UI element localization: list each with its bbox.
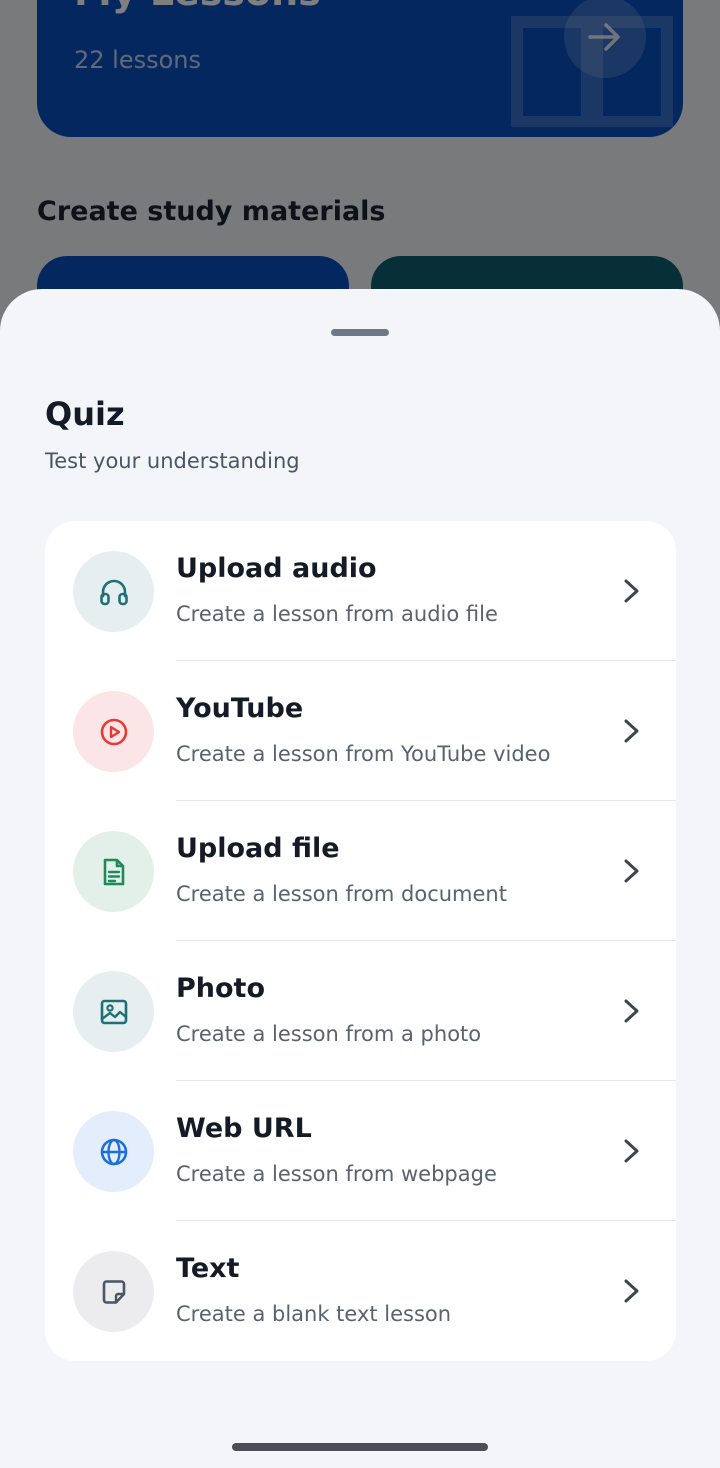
chevron-right-icon <box>624 1139 639 1163</box>
option-photo[interactable]: Photo Create a lesson from a photo <box>45 941 676 1081</box>
option-description: Create a lesson from document <box>176 882 507 906</box>
sheet-subtitle: Test your understanding <box>45 449 300 473</box>
option-description: Create a lesson from webpage <box>176 1162 497 1186</box>
option-description: Create a lesson from a photo <box>176 1022 482 1046</box>
chevron-right-icon <box>624 579 639 603</box>
headphones-icon <box>99 579 128 605</box>
document-icon <box>103 858 124 885</box>
globe-icon-badge <box>73 1111 154 1192</box>
option-upload-audio[interactable]: Upload audio Create a lesson from audio … <box>45 521 676 661</box>
option-web-url[interactable]: Web URL Create a lesson from webpage <box>45 1081 676 1221</box>
option-title: Text <box>176 1253 240 1284</box>
option-title: YouTube <box>176 693 304 724</box>
chevron-right-icon <box>624 999 639 1023</box>
option-description: Create a lesson from audio file <box>176 602 498 626</box>
chevron-right-icon <box>624 1279 639 1303</box>
note-icon <box>102 1279 125 1304</box>
option-description: Create a blank text lesson <box>176 1302 452 1326</box>
sheet-title: Quiz <box>45 395 125 433</box>
chevron-right-icon <box>624 859 639 883</box>
option-title: Photo <box>176 973 266 1004</box>
chevron-right-icon <box>624 719 639 743</box>
option-title: Upload file <box>176 833 340 864</box>
option-description: Create a lesson from YouTube video <box>176 742 551 766</box>
options-list: Upload audio Create a lesson from audio … <box>45 521 676 1361</box>
note-icon-badge <box>73 1251 154 1332</box>
play-circle-icon <box>100 718 127 745</box>
document-icon-badge <box>73 831 154 912</box>
option-text[interactable]: Text Create a blank text lesson <box>45 1221 676 1361</box>
option-youtube[interactable]: YouTube Create a lesson from YouTube vid… <box>45 661 676 801</box>
globe-icon <box>100 1138 127 1165</box>
option-title: Upload audio <box>176 553 377 584</box>
option-title: Web URL <box>176 1113 312 1144</box>
option-upload-file[interactable]: Upload file Create a lesson from documen… <box>45 801 676 941</box>
home-indicator <box>232 1443 488 1451</box>
play-circle-icon-badge <box>73 691 154 772</box>
image-icon <box>100 999 127 1024</box>
image-icon-badge <box>73 971 154 1052</box>
drag-handle[interactable] <box>331 329 389 336</box>
headphones-icon-badge <box>73 551 154 632</box>
bottom-sheet: Quiz Test your understanding Upload audi… <box>0 289 720 1468</box>
